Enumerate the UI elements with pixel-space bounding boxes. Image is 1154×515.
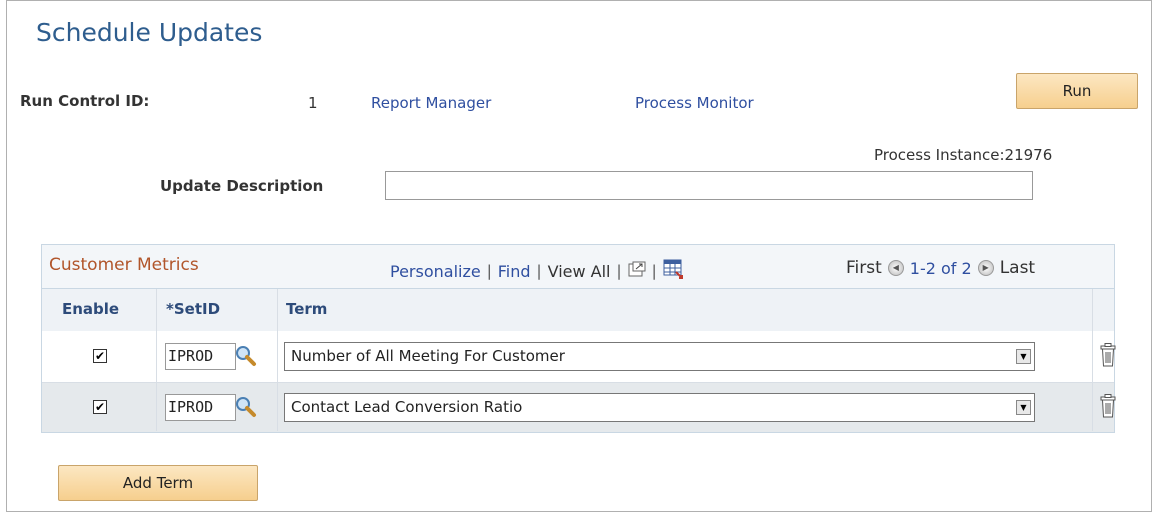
grid-nav-bar: Personalize | Find | View All | |: [390, 259, 685, 283]
nav-separator: |: [616, 262, 622, 280]
next-arrow-icon[interactable]: ▶: [977, 260, 994, 276]
page-title: Schedule Updates: [36, 18, 263, 47]
personalize-link[interactable]: Personalize: [390, 262, 481, 281]
add-term-button[interactable]: Add Term: [58, 465, 258, 501]
setid-input[interactable]: IPROD: [165, 343, 236, 370]
magnifier-icon[interactable]: [235, 396, 257, 422]
nav-separator: |: [536, 262, 542, 280]
update-description-label: Update Description: [160, 177, 324, 195]
run-control-label: Run Control ID:: [20, 92, 150, 110]
prev-arrow-icon[interactable]: ◀: [887, 260, 904, 276]
grid-title: Customer Metrics: [49, 255, 199, 275]
nav-separator: |: [486, 262, 492, 280]
find-link[interactable]: Find: [498, 262, 531, 281]
update-description-input[interactable]: [385, 171, 1033, 200]
setid-input[interactable]: IPROD: [165, 394, 236, 421]
first-label[interactable]: First: [846, 258, 882, 278]
trash-icon[interactable]: [1100, 394, 1116, 422]
term-select[interactable]: Contact Lead Conversion Ratio ▼: [284, 393, 1035, 422]
report-manager-link[interactable]: Report Manager: [371, 94, 491, 112]
enable-checkbox[interactable]: ✔: [93, 349, 107, 363]
new-window-icon[interactable]: [628, 261, 646, 281]
run-button[interactable]: Run: [1016, 73, 1138, 109]
column-divider: [277, 289, 278, 431]
column-header-enable: Enable: [62, 300, 120, 318]
spreadsheet-download-icon[interactable]: [663, 259, 685, 283]
chevron-down-icon[interactable]: ▼: [1016, 349, 1031, 364]
nav-separator: |: [651, 262, 657, 280]
trash-icon[interactable]: [1100, 343, 1116, 371]
pagination: First ◀ 1-2 of 2 ▶ Last: [846, 258, 1035, 278]
magnifier-icon[interactable]: [235, 345, 257, 371]
run-control-value: 1: [308, 94, 318, 112]
term-select-value: Contact Lead Conversion Ratio: [291, 398, 523, 416]
process-instance: Process Instance:21976: [874, 146, 1053, 164]
last-label[interactable]: Last: [1000, 258, 1035, 278]
column-divider: [1092, 289, 1093, 431]
chevron-down-icon[interactable]: ▼: [1016, 400, 1031, 415]
page-range: 1-2 of 2: [909, 258, 972, 278]
process-monitor-link[interactable]: Process Monitor: [635, 94, 754, 112]
enable-checkbox[interactable]: ✔: [93, 400, 107, 414]
column-header-setid: *SetID: [166, 300, 221, 318]
term-select-value: Number of All Meeting For Customer: [291, 347, 565, 365]
column-header-term: Term: [286, 300, 328, 318]
term-select[interactable]: Number of All Meeting For Customer ▼: [284, 342, 1035, 371]
column-divider: [156, 289, 157, 431]
view-all-link[interactable]: View All: [548, 262, 611, 281]
